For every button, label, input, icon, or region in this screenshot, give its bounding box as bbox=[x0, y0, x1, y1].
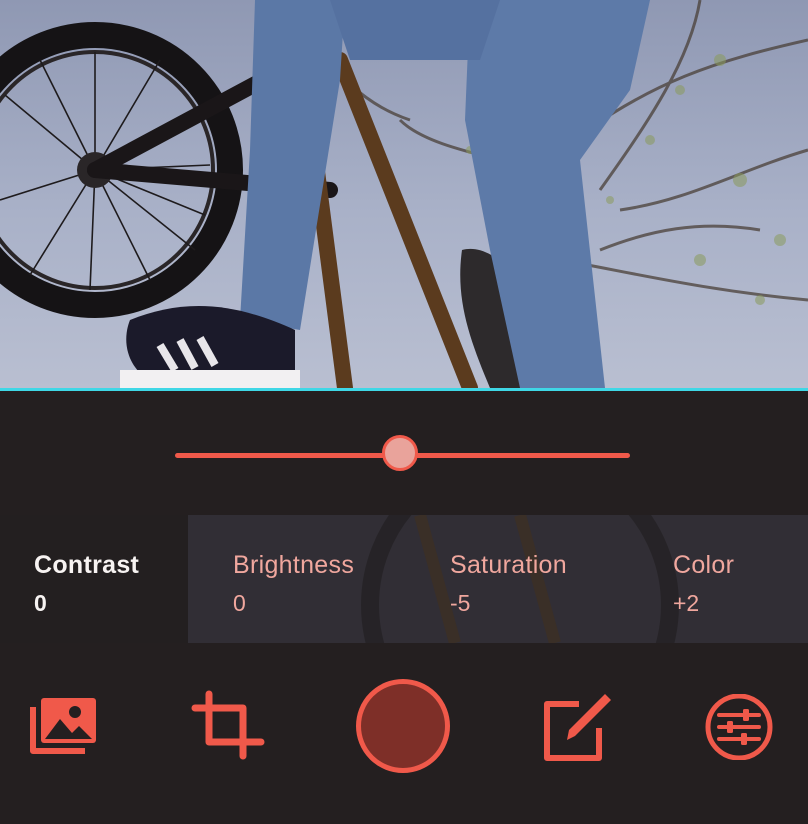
filters-icon bbox=[705, 694, 773, 760]
crop-icon bbox=[191, 690, 265, 760]
edit-button[interactable] bbox=[538, 690, 614, 762]
tab-label: Brightness bbox=[233, 551, 355, 579]
tab-label: Contrast bbox=[34, 551, 140, 579]
adjustment-slider[interactable] bbox=[175, 435, 630, 475]
crop-button[interactable] bbox=[190, 690, 266, 760]
tab-label: Saturation bbox=[450, 551, 567, 579]
adjustment-tabs: Contrast 0 Brightness 0 Saturation -5 Co… bbox=[0, 515, 808, 643]
tab-value: 0 bbox=[34, 590, 47, 616]
filters-button[interactable] bbox=[702, 693, 776, 761]
gallery-button[interactable] bbox=[28, 694, 100, 756]
slider-thumb[interactable] bbox=[381, 435, 418, 471]
record-button[interactable] bbox=[356, 679, 450, 773]
photo-preview bbox=[0, 0, 808, 388]
tab-value: 0 bbox=[233, 590, 246, 616]
tab-value: -5 bbox=[450, 590, 471, 616]
tab-label: Color bbox=[673, 551, 735, 579]
tab-value: +2 bbox=[673, 590, 700, 616]
tab-saturation[interactable]: Saturation -5 bbox=[398, 515, 620, 643]
bmx-rider-photo bbox=[0, 0, 808, 388]
edit-icon bbox=[544, 694, 611, 761]
gallery-icon bbox=[30, 698, 96, 754]
tab-color[interactable]: Color +2 bbox=[620, 515, 808, 643]
tab-brightness[interactable]: Brightness 0 bbox=[188, 515, 398, 643]
tab-contrast[interactable]: Contrast 0 bbox=[0, 515, 188, 643]
